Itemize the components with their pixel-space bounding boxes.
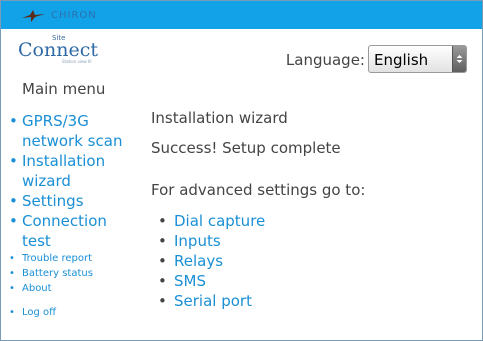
- link-relays[interactable]: Relays: [174, 252, 223, 270]
- chevron-down-icon: [456, 55, 463, 63]
- sidebar-item-battery-status: • Battery status: [9, 266, 129, 281]
- language-label: Language:: [285, 51, 365, 69]
- sidebar-item-about: • About: [9, 281, 129, 296]
- list-item: • Serial port: [158, 291, 265, 311]
- sidebar-link-about[interactable]: About: [22, 283, 52, 294]
- sidebar-link-installation-wizard[interactable]: Installation wizard: [22, 152, 105, 190]
- logo-name: Connect: [18, 39, 98, 61]
- language-selected-value: English: [374, 51, 429, 69]
- link-inputs[interactable]: Inputs: [174, 232, 221, 250]
- bullet-icon: •: [158, 232, 167, 250]
- main-menu: • GPRS/3G network scan • Installation wi…: [9, 111, 129, 320]
- bullet-icon: •: [158, 272, 167, 290]
- bullet-icon: •: [9, 253, 15, 264]
- page-frame: CHIRON Site Connect Station view III Lan…: [0, 0, 483, 341]
- page-title: Installation wizard: [151, 109, 288, 127]
- status-message: Success! Setup complete: [151, 139, 341, 157]
- main-menu-title: Main menu: [22, 80, 106, 98]
- list-item: • Inputs: [158, 231, 265, 251]
- list-item: • SMS: [158, 271, 265, 291]
- bullet-icon: •: [9, 268, 15, 279]
- bullet-icon: •: [9, 112, 18, 130]
- sidebar-link-trouble-report[interactable]: Trouble report: [22, 253, 92, 264]
- sidebar-item-settings: • Settings: [9, 191, 129, 211]
- bullet-icon: •: [9, 283, 15, 294]
- top-bar: CHIRON: [1, 1, 482, 29]
- bullet-icon: •: [158, 252, 167, 270]
- link-sms[interactable]: SMS: [174, 272, 206, 290]
- bullet-icon: •: [9, 307, 15, 318]
- sidebar-link-settings[interactable]: Settings: [22, 192, 84, 210]
- brand-name: CHIRON: [51, 10, 97, 21]
- site-connect-logo: Site Connect Station view III: [18, 34, 108, 66]
- sidebar-link-gprs-scan[interactable]: GPRS/3G network scan: [22, 112, 122, 150]
- bullet-icon: •: [9, 152, 18, 170]
- bullet-icon: •: [158, 292, 167, 310]
- sidebar-link-connection-test[interactable]: Connection test: [22, 212, 107, 250]
- bullet-icon: •: [9, 212, 18, 230]
- sidebar-item-connection-test: • Connection test: [9, 211, 129, 251]
- bird-icon: [22, 10, 45, 22]
- advanced-links: • Dial capture • Inputs • Relays • SMS •…: [158, 211, 265, 311]
- logo-tagline: Station view III: [62, 59, 92, 64]
- list-item: • Dial capture: [158, 211, 265, 231]
- link-dial-capture[interactable]: Dial capture: [174, 212, 265, 230]
- sidebar-item-trouble-report: • Trouble report: [9, 251, 129, 266]
- sidebar-item-log-off: • Log off: [9, 305, 129, 320]
- sidebar-link-battery-status[interactable]: Battery status: [22, 268, 93, 279]
- bullet-icon: •: [158, 212, 167, 230]
- sidebar-item-gprs-scan: • GPRS/3G network scan: [9, 111, 129, 151]
- language-select[interactable]: English: [368, 45, 467, 73]
- sidebar-item-installation-wizard: • Installation wizard: [9, 151, 129, 191]
- advanced-settings-text: For advanced settings go to:: [151, 181, 366, 199]
- sidebar-link-log-off[interactable]: Log off: [22, 307, 56, 318]
- dropdown-button[interactable]: [452, 46, 466, 72]
- bullet-icon: •: [9, 192, 18, 210]
- brand-logo: CHIRON: [21, 8, 105, 24]
- link-serial-port[interactable]: Serial port: [174, 292, 252, 310]
- list-item: • Relays: [158, 251, 265, 271]
